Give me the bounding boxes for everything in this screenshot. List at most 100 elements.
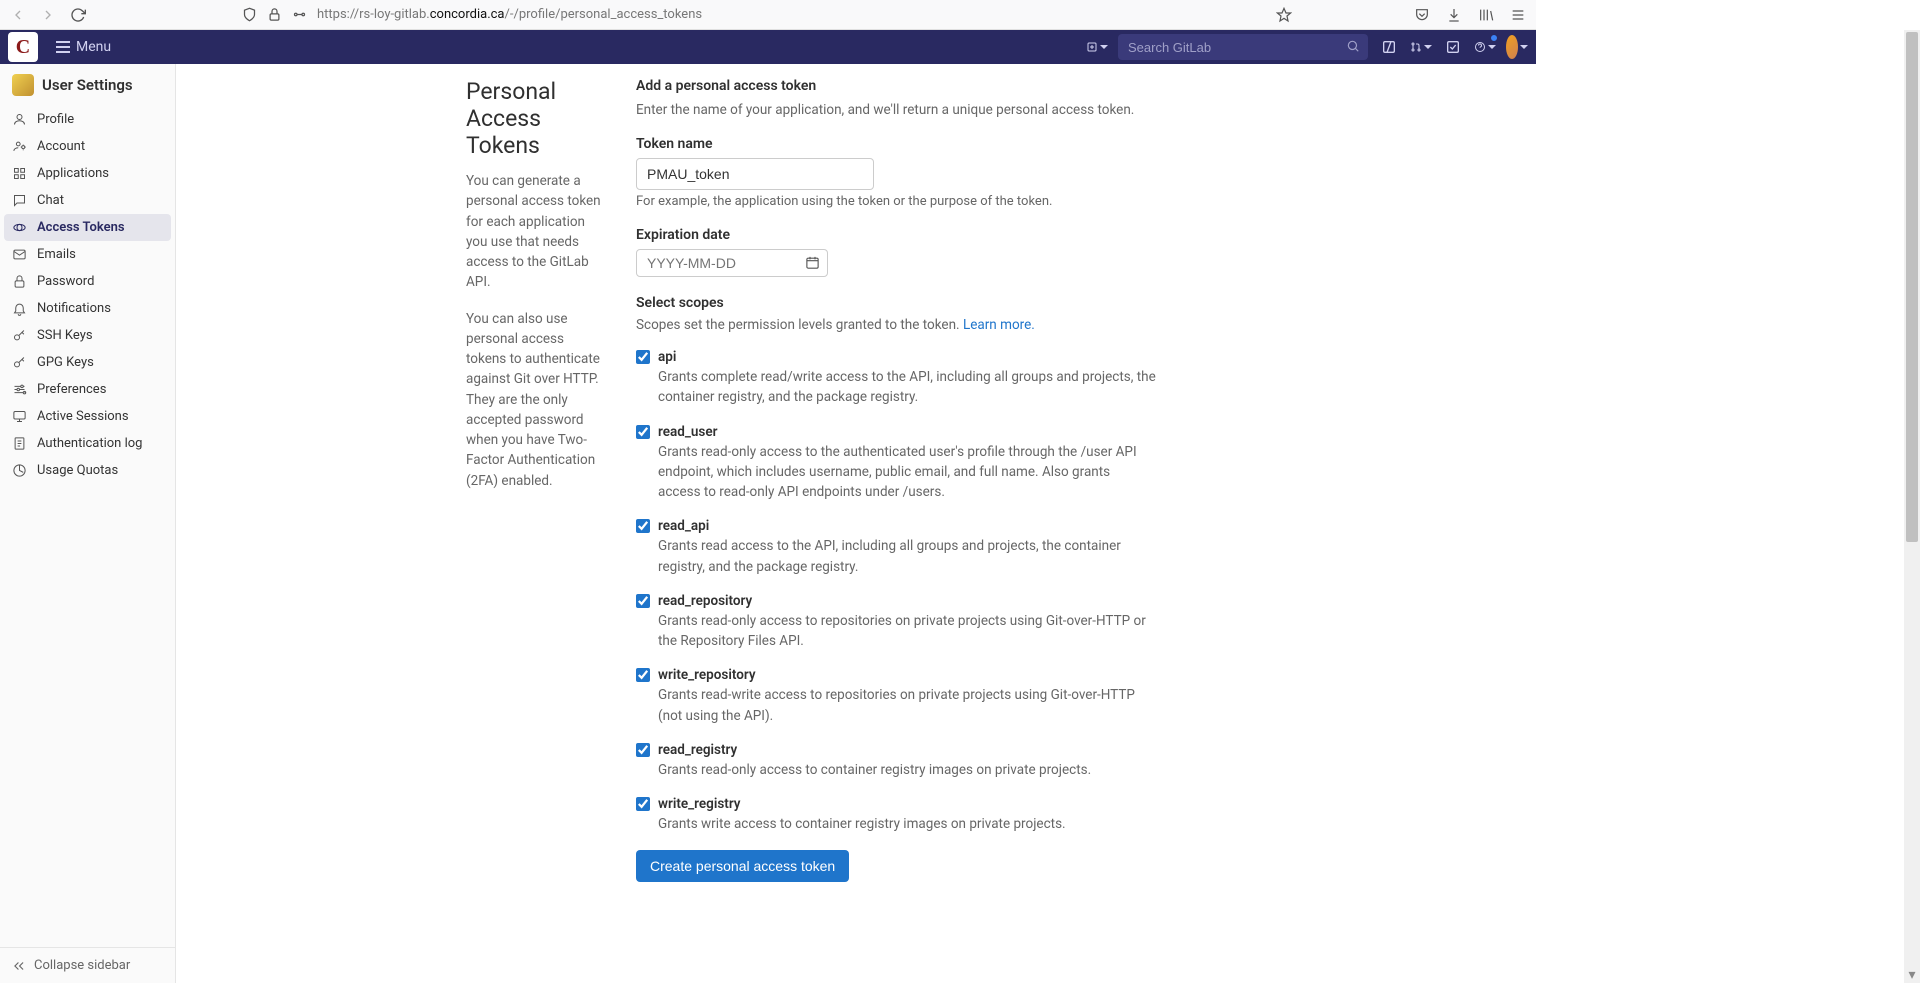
help-button[interactable]	[1474, 36, 1496, 58]
search-input[interactable]	[1118, 34, 1368, 60]
scope-api: api Grants complete read/write access to …	[636, 349, 1156, 408]
menu-button[interactable]: Menu	[48, 35, 119, 59]
sidebar-item-usage-quotas[interactable]: Usage Quotas	[0, 457, 175, 484]
sidebar-item-label: Profile	[37, 112, 74, 127]
scope-checkbox-api[interactable]	[636, 350, 650, 364]
log-icon	[12, 436, 27, 451]
sidebar-item-chat[interactable]: Chat	[0, 187, 175, 214]
sidebar-item-label: Preferences	[37, 382, 106, 397]
scope-write_repository: write_repositoryGrants read-write access…	[636, 667, 1156, 726]
expiration-label: Expiration date	[636, 227, 1156, 243]
scope-name: read_api	[658, 518, 709, 534]
sidebar-item-notifications[interactable]: Notifications	[0, 295, 175, 322]
bell-icon	[12, 301, 27, 316]
scope-description: Grants complete read/write access to the…	[658, 367, 1156, 408]
sidebar-item-preferences[interactable]: Preferences	[0, 376, 175, 403]
scopes-label: Select scopes	[636, 295, 1156, 311]
notification-dot-icon	[1490, 34, 1498, 42]
token-name-input[interactable]	[636, 158, 874, 190]
key-icon	[12, 328, 27, 343]
scope-checkbox-read_repository[interactable]	[636, 594, 650, 608]
create-token-button[interactable]: Create personal access token	[636, 850, 849, 882]
reload-button[interactable]	[70, 7, 86, 23]
scroll-down-icon[interactable]: ▾	[1904, 967, 1920, 983]
email-icon	[12, 247, 27, 262]
sidebar-item-label: Emails	[37, 247, 76, 262]
shield-icon[interactable]	[242, 7, 257, 22]
scope-name: write_registry	[658, 796, 741, 812]
page-scrollbar[interactable]: ▴ ▾	[1904, 30, 1920, 983]
expiration-input[interactable]	[636, 249, 828, 277]
page-title: Personal Access Tokens	[466, 78, 606, 159]
menu-label: Menu	[76, 39, 111, 55]
learn-more-link[interactable]: Learn more.	[963, 317, 1035, 333]
todos-button[interactable]	[1442, 36, 1464, 58]
chevron-down-icon	[1488, 45, 1496, 49]
scope-checkbox-read_registry[interactable]	[636, 743, 650, 757]
user-menu[interactable]	[1506, 36, 1528, 58]
bookmark-star-icon[interactable]	[1276, 7, 1292, 23]
scope-write_registry: write_registryGrants write access to con…	[636, 796, 1156, 834]
sidebar-item-profile[interactable]: Profile	[0, 106, 175, 133]
scope-description: Grants read-only access to repositories …	[658, 611, 1156, 652]
applications-icon	[12, 166, 27, 181]
lock-icon	[12, 274, 27, 289]
sidebar-item-authentication-log[interactable]: Authentication log	[0, 430, 175, 457]
account-icon	[12, 139, 27, 154]
sidebar-item-ssh-keys[interactable]: SSH Keys	[0, 322, 175, 349]
sidebar-item-password[interactable]: Password	[0, 268, 175, 295]
search-icon	[1346, 39, 1360, 53]
downloads-icon[interactable]	[1446, 7, 1462, 23]
collapse-label: Collapse sidebar	[34, 958, 130, 973]
menu-icon[interactable]	[1510, 7, 1526, 23]
hamburger-icon	[56, 41, 70, 53]
sidebar-item-label: GPG Keys	[37, 355, 94, 370]
issues-button[interactable]	[1378, 36, 1400, 58]
scope-checkbox-read_api[interactable]	[636, 519, 650, 533]
scope-checkbox-read_user[interactable]	[636, 425, 650, 439]
create-button[interactable]	[1086, 36, 1108, 58]
avatar	[12, 74, 34, 96]
calendar-icon[interactable]	[805, 255, 820, 270]
sidebar-item-emails[interactable]: Emails	[0, 241, 175, 268]
scope-name: read_registry	[658, 742, 737, 758]
scope-name: write_repository	[658, 667, 756, 683]
permissions-icon[interactable]	[292, 7, 307, 22]
collapse-sidebar-button[interactable]: Collapse sidebar	[0, 947, 175, 983]
scope-name: api	[658, 349, 676, 365]
gitlab-header: C Menu	[0, 30, 1536, 64]
sidebar-item-applications[interactable]: Applications	[0, 160, 175, 187]
key-icon	[12, 355, 27, 370]
scope-name: read_repository	[658, 593, 752, 609]
sidebar-item-gpg-keys[interactable]: GPG Keys	[0, 349, 175, 376]
sidebar-item-active-sessions[interactable]: Active Sessions	[0, 403, 175, 430]
sidebar-item-access-tokens[interactable]: Access Tokens	[4, 214, 171, 241]
merge-requests-button[interactable]	[1410, 36, 1432, 58]
url-bar[interactable]: https://rs-loy-gitlab.concordia.ca/-/pro…	[317, 7, 702, 22]
url-prefix: https://rs-loy-gitlab.	[317, 7, 430, 22]
sidebar-item-label: Usage Quotas	[37, 463, 118, 478]
scope-description: Grants read access to the API, including…	[658, 536, 1156, 577]
sidebar-title[interactable]: User Settings	[0, 64, 175, 106]
gitlab-logo[interactable]: C	[8, 32, 38, 62]
url-domain: concordia.ca	[430, 7, 505, 22]
scope-description: Grants read-only access to the authentic…	[658, 442, 1156, 503]
pocket-icon[interactable]	[1414, 7, 1430, 23]
scrollbar-thumb[interactable]	[1906, 32, 1918, 542]
intro-para-1: You can generate a personal access token…	[466, 171, 606, 293]
back-button[interactable]	[10, 7, 26, 23]
browser-toolbar: https://rs-loy-gitlab.concordia.ca/-/pro…	[0, 0, 1536, 30]
avatar	[1506, 35, 1518, 59]
scope-checkbox-write_registry[interactable]	[636, 797, 650, 811]
forward-button[interactable]	[40, 7, 56, 23]
sidebar-item-label: Applications	[37, 166, 109, 181]
sidebar-item-account[interactable]: Account	[0, 133, 175, 160]
token-name-label: Token name	[636, 136, 1156, 152]
sidebar-item-label: Access Tokens	[37, 220, 125, 235]
quota-icon	[12, 463, 27, 478]
profile-icon	[12, 112, 27, 127]
sidebar-item-label: Active Sessions	[37, 409, 129, 424]
scope-checkbox-write_repository[interactable]	[636, 668, 650, 682]
library-icon[interactable]	[1478, 7, 1494, 23]
chat-icon	[12, 193, 27, 208]
